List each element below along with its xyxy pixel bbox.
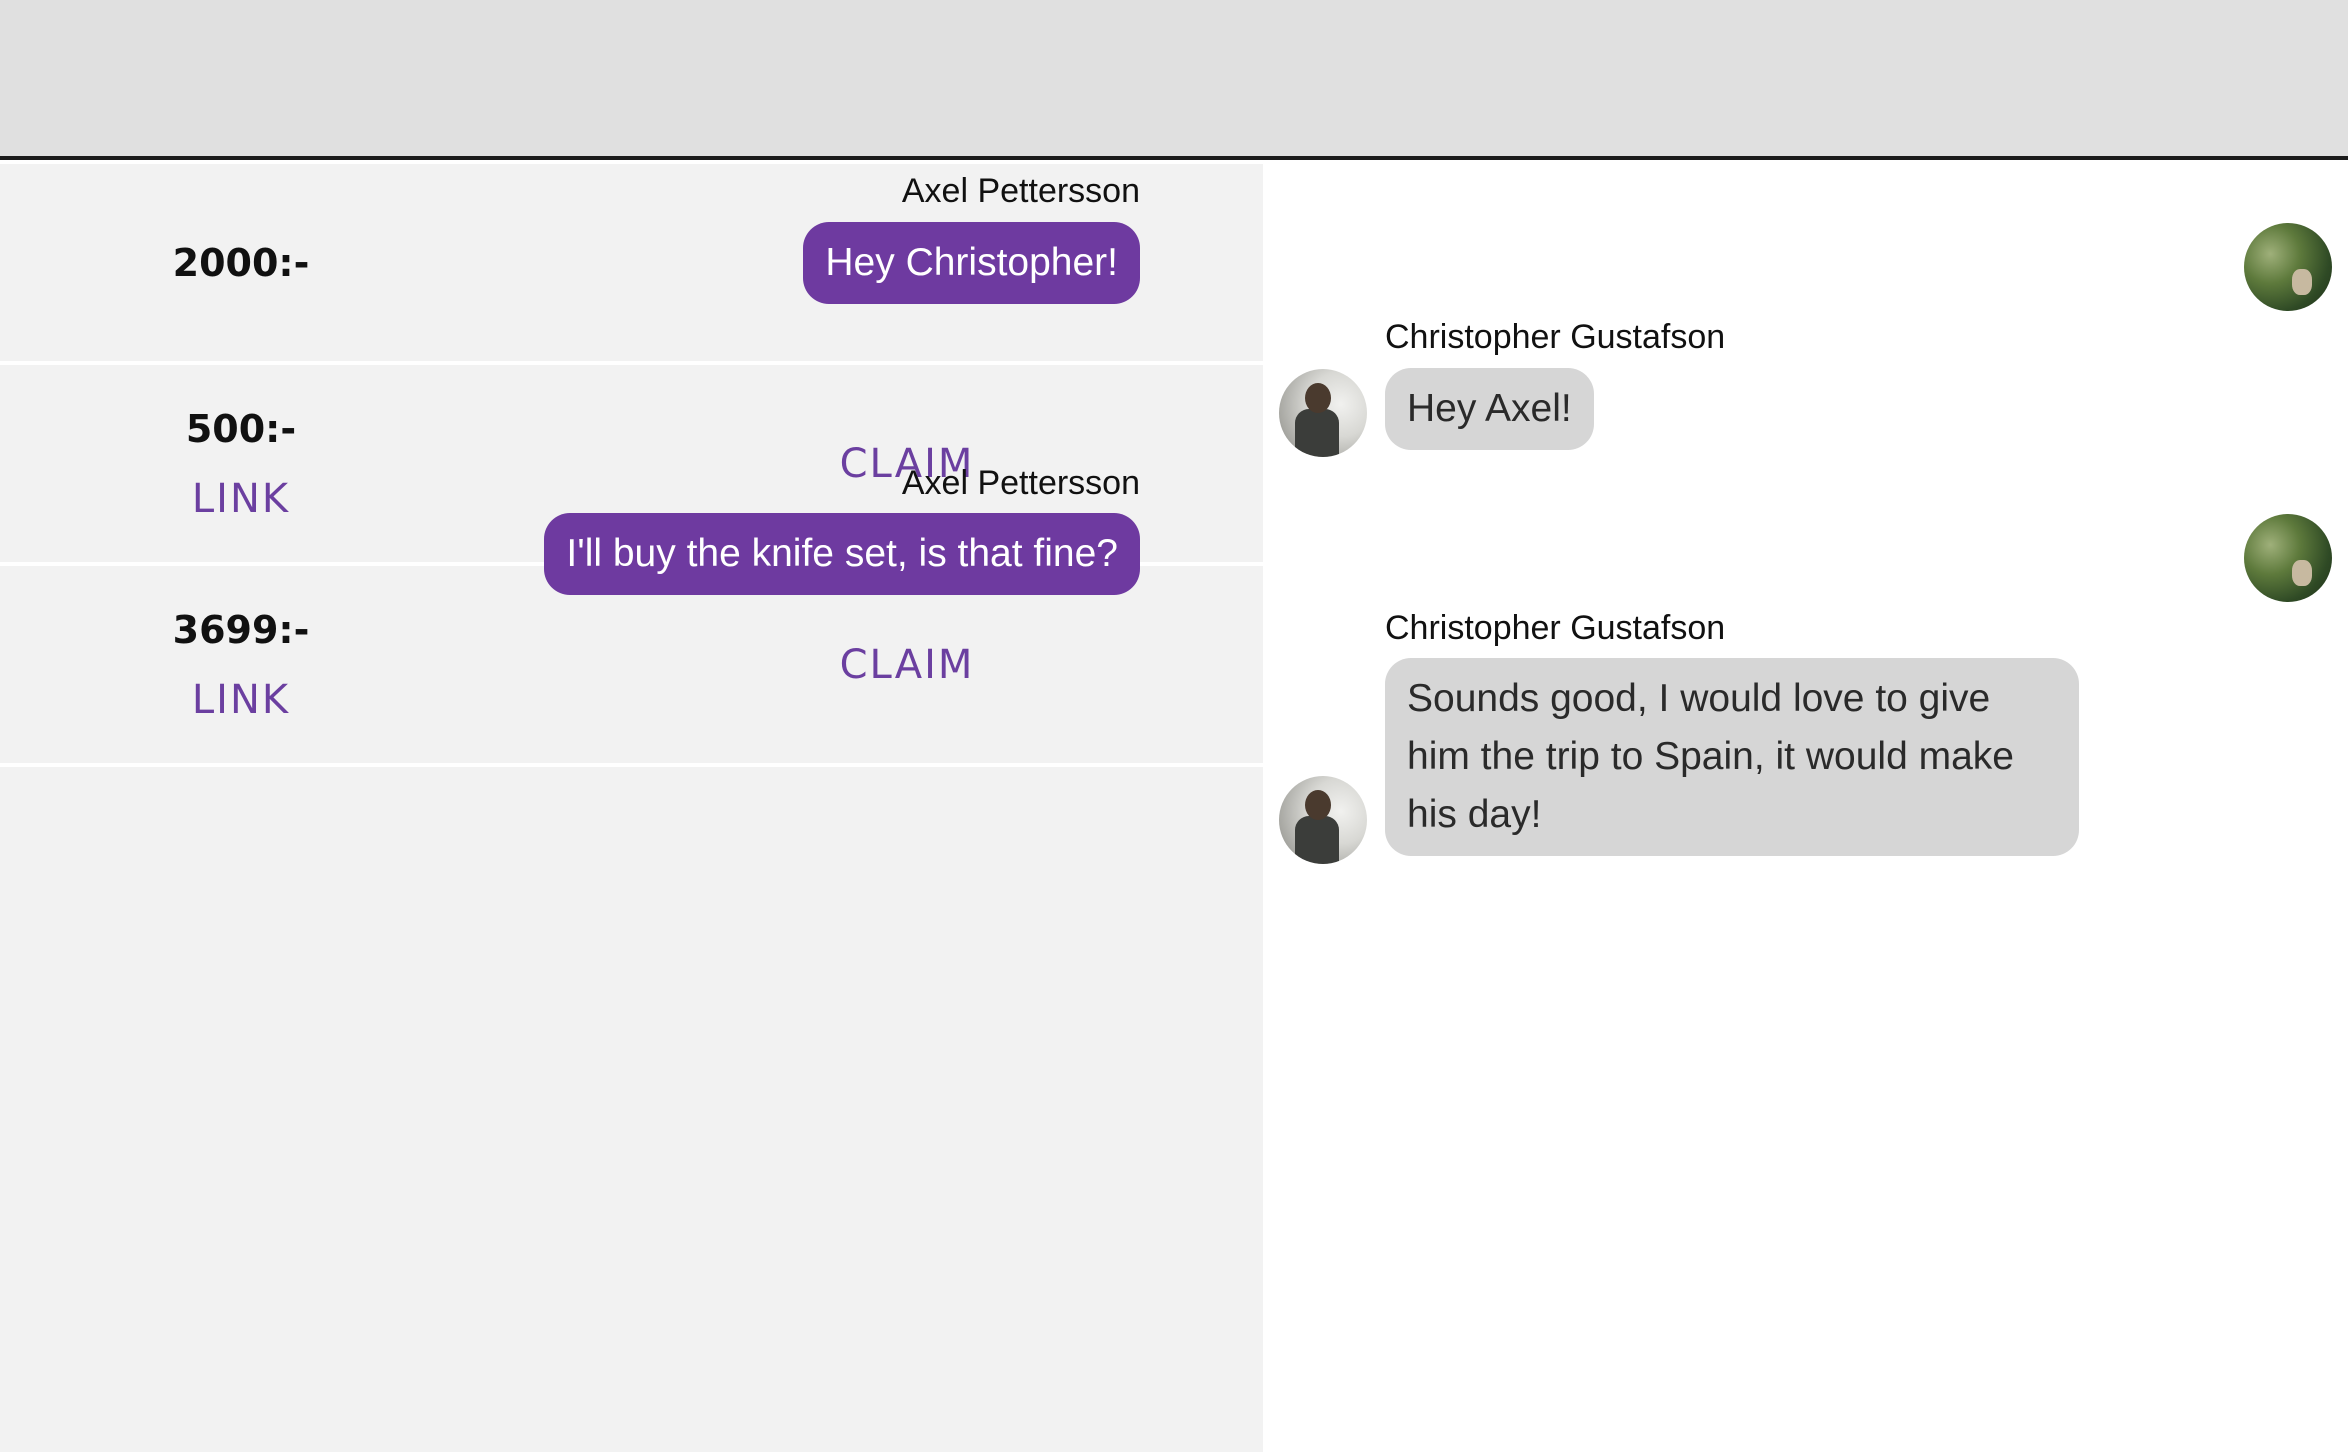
chat-panel: Axel Pettersson Hey Christopher! Christo… <box>544 164 2348 1452</box>
message-bubble: I'll buy the knife set, is that fine? <box>544 513 1140 595</box>
sender-name: Christopher Gustafson <box>1385 609 1726 647</box>
top-bar <box>0 0 2348 160</box>
gift-info: 3699:- LINK <box>0 566 482 763</box>
sender-name: Axel Pettersson <box>901 172 1140 210</box>
gift-row: 3699:- LINK CLAIM <box>0 566 1263 767</box>
message-bubble: Sounds good, I would love to give him th… <box>1385 658 2079 856</box>
sender-name: Axel Pettersson <box>901 464 1140 502</box>
gift-info: 500:- LINK <box>0 365 482 562</box>
message-bubble: Hey Christopher! <box>803 222 1140 304</box>
message-bubble: Hey Axel! <box>1385 368 1594 450</box>
christopher-avatar[interactable] <box>1279 776 1367 864</box>
gift-price: 500:- <box>185 406 297 451</box>
christopher-avatar[interactable] <box>1279 369 1367 457</box>
sender-name: Christopher Gustafson <box>1385 318 1726 356</box>
gift-price: 2000:- <box>172 240 310 285</box>
gift-link[interactable]: LINK <box>192 676 290 724</box>
axel-avatar[interactable] <box>2244 514 2332 602</box>
gift-list: 2000:- CLAIM 500:- LINK CLAIM 3699:- LIN… <box>0 164 1263 1452</box>
gift-price: 3699:- <box>172 607 310 652</box>
gift-info: 2000:- <box>0 164 482 361</box>
axel-avatar[interactable] <box>2244 223 2332 311</box>
gift-link[interactable]: LINK <box>192 475 290 523</box>
claim-button[interactable]: CLAIM <box>830 566 984 763</box>
